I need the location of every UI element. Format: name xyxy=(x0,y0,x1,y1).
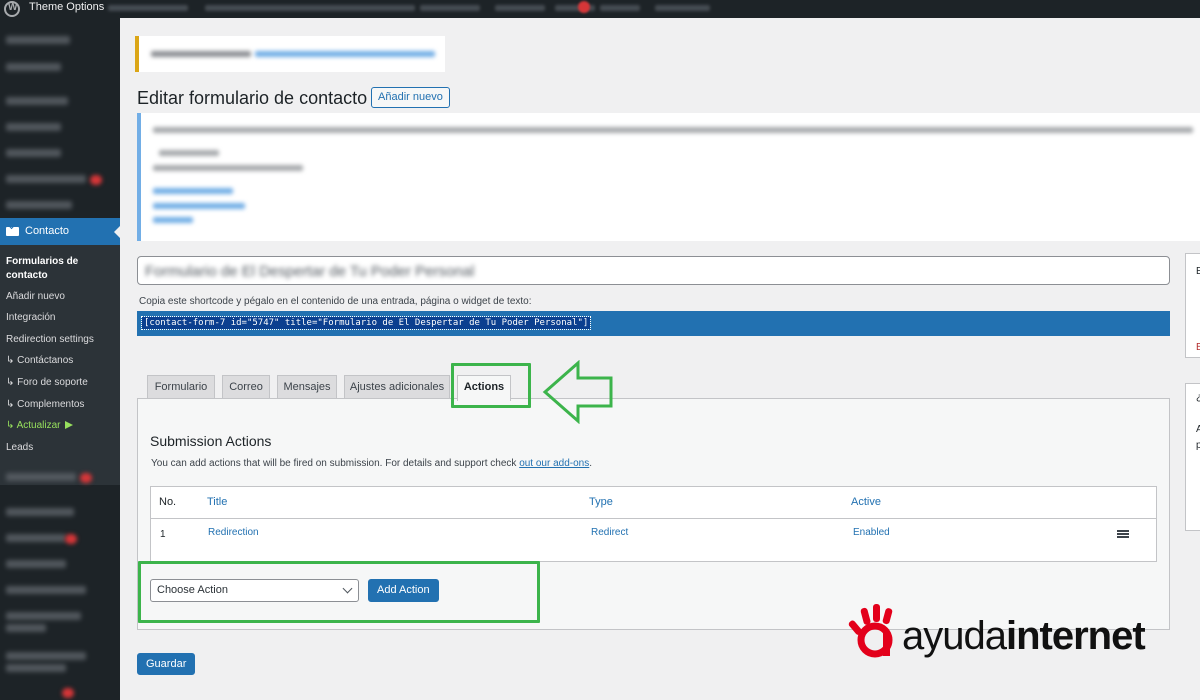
notice-blurred-link[interactable] xyxy=(153,217,193,223)
notice-blurred-text xyxy=(151,51,251,57)
submenu-leads[interactable]: Leads xyxy=(6,441,33,455)
arrow-right-icon xyxy=(64,421,73,430)
sidebar-blurred-item[interactable] xyxy=(6,612,81,620)
mail-icon xyxy=(6,227,19,236)
admin-bar-blurred-item xyxy=(205,5,415,11)
admin-bar-blurred-item xyxy=(420,5,480,11)
admin-bar-site-title[interactable]: Theme Options xyxy=(29,1,104,13)
add-ons-link[interactable]: out our add-ons xyxy=(519,458,589,469)
sidebar-blurred-item[interactable] xyxy=(6,97,68,105)
row-title-link[interactable]: Redirection xyxy=(208,527,259,538)
delete-link-letter[interactable]: B xyxy=(1196,342,1200,353)
description-text: You can add actions that will be fired o… xyxy=(151,458,520,469)
submenu-redirection-settings[interactable]: Redirection settings xyxy=(6,333,94,347)
submenu-integracion[interactable]: Integración xyxy=(6,311,55,325)
tab-mensajes[interactable]: Mensajes xyxy=(277,375,337,399)
sidebar-blurred-item[interactable] xyxy=(6,534,66,542)
admin-bar-blurred-item xyxy=(495,5,545,11)
info-box-letter: A xyxy=(1196,424,1200,435)
admin-bar-blurred-item xyxy=(600,5,640,11)
row-number: 1 xyxy=(160,529,166,540)
table-header-row: No. Title Type Active xyxy=(151,487,1156,519)
sidebar-blurred-item[interactable] xyxy=(6,652,86,660)
submenu-actualizar-label: ↳ Actualizar xyxy=(6,420,61,431)
sidebar-blurred-item[interactable] xyxy=(6,201,72,209)
highlight-box-tab xyxy=(451,363,531,408)
sidebar-blurred-item[interactable] xyxy=(6,586,86,594)
publish-box-edge: E B xyxy=(1185,253,1200,358)
sidebar-blurred-item[interactable] xyxy=(6,473,76,481)
notice-blurred-text xyxy=(153,127,1193,133)
sidebar-blurred-item[interactable] xyxy=(6,149,61,157)
submenu-foro-soporte[interactable]: ↳ Foro de soporte xyxy=(6,376,88,390)
sidebar-blurred-item[interactable] xyxy=(6,664,66,672)
logo-part-internet: internet xyxy=(1005,614,1146,658)
column-header-active[interactable]: Active xyxy=(851,496,881,508)
column-header-title[interactable]: Title xyxy=(207,496,227,508)
admin-bar-badge xyxy=(578,1,590,13)
sidebar-blurred-item[interactable] xyxy=(6,123,61,131)
row-active-status[interactable]: Enabled xyxy=(853,527,890,538)
wordpress-logo-icon[interactable] xyxy=(4,1,20,17)
sidebar-item-label: Contacto xyxy=(25,225,70,237)
info-box-edge: ¿ A p xyxy=(1185,383,1200,531)
notice-blurred-link[interactable] xyxy=(153,203,245,209)
submenu-complementos[interactable]: ↳ Complementos xyxy=(6,398,84,412)
sidebar-update-badge xyxy=(80,473,92,483)
shortcode-text[interactable]: [contact-form-7 id="5747" title="Formula… xyxy=(140,316,592,330)
description-suffix: . xyxy=(589,458,593,469)
sidebar-blurred-item[interactable] xyxy=(6,508,74,516)
tab-formulario[interactable]: Formulario xyxy=(147,375,215,399)
tab-ajustes-adicionales[interactable]: Ajustes adicionales xyxy=(344,375,450,399)
submenu-formularios[interactable]: Formularios de contacto xyxy=(6,255,96,283)
submenu-anadir-nuevo[interactable]: Añadir nuevo xyxy=(6,290,65,304)
logo-wordmark: ayudainternet xyxy=(902,614,1146,659)
sidebar-blurred-item[interactable] xyxy=(6,63,61,71)
hand-logo-icon xyxy=(848,604,893,658)
notice-blurred-text xyxy=(159,150,219,156)
sidebar-item-contacto[interactable]: Contacto xyxy=(0,218,120,245)
info-box-letter: p xyxy=(1196,440,1200,451)
form-title-input[interactable]: Formulario de El Despertar de Tu Poder P… xyxy=(137,256,1170,285)
sidebar-blurred-item[interactable] xyxy=(6,560,66,568)
admin-bar-blurred-item xyxy=(655,5,710,11)
ayudainternet-logo: ayudainternet xyxy=(848,602,1160,662)
tab-correo[interactable]: Correo xyxy=(222,375,270,399)
notice-blurred-text xyxy=(153,165,303,171)
sidebar-update-badge xyxy=(65,534,77,544)
shortcode-description: Copia este shortcode y pégalo en el cont… xyxy=(139,296,532,307)
admin-notice-info xyxy=(137,113,1200,241)
form-title-value: Formulario de El Despertar de Tu Poder P… xyxy=(145,263,475,280)
column-header-type[interactable]: Type xyxy=(589,496,613,508)
row-type[interactable]: Redirect xyxy=(591,527,628,538)
admin-notice-warning xyxy=(135,36,445,72)
notice-blurred-link[interactable] xyxy=(255,51,435,57)
page-title: Editar formulario de contacto xyxy=(137,88,368,108)
sidebar-blurred-item[interactable] xyxy=(6,36,70,44)
submenu-contactanos[interactable]: ↳ Contáctanos xyxy=(6,354,73,368)
submenu-actualizar[interactable]: ↳ Actualizar xyxy=(6,419,73,433)
publish-box-letter: E xyxy=(1196,266,1200,277)
admin-bar-blurred-item xyxy=(108,5,188,11)
sidebar-blurred-item[interactable] xyxy=(6,624,46,632)
active-menu-notch xyxy=(114,226,120,238)
submission-actions-description: You can add actions that will be fired o… xyxy=(151,458,592,469)
add-new-button[interactable]: Añadir nuevo xyxy=(371,87,450,108)
column-header-no: No. xyxy=(159,496,177,508)
sidebar-update-badge xyxy=(90,175,102,185)
info-box-letter: ¿ xyxy=(1196,392,1200,403)
save-button[interactable]: Guardar xyxy=(137,653,196,675)
actions-table: No. Title Type Active 1 Redirection Redi… xyxy=(150,486,1157,562)
logo-part-ayuda: ayuda xyxy=(902,614,1007,658)
highlight-box-add-action xyxy=(138,561,540,623)
arrow-left-icon xyxy=(542,360,613,424)
sidebar-update-badge xyxy=(62,688,74,698)
submission-actions-heading: Submission Actions xyxy=(150,433,272,449)
shortcode-field[interactable]: [contact-form-7 id="5747" title="Formula… xyxy=(137,311,1170,336)
hamburger-menu-icon[interactable] xyxy=(1117,530,1129,538)
notice-blurred-link[interactable] xyxy=(153,188,233,194)
admin-bar: Theme Options xyxy=(0,0,1200,18)
sidebar-blurred-item[interactable] xyxy=(6,175,86,183)
